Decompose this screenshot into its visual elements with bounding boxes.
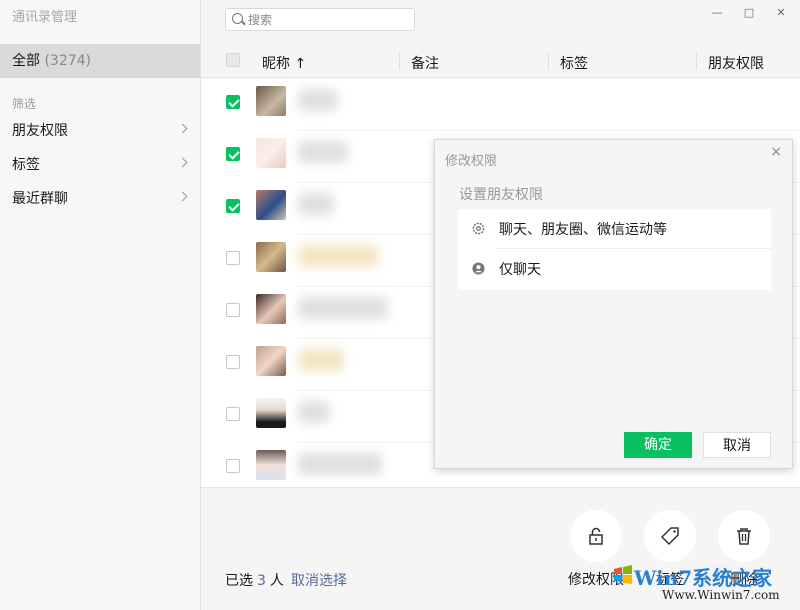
sidebar-item-all[interactable]: 全部 (3274) (0, 44, 200, 78)
avatar (256, 346, 286, 376)
contact-name-blurred (298, 245, 378, 267)
table-row[interactable] (201, 79, 800, 131)
lock-icon (589, 527, 603, 545)
permission-option-all[interactable]: 聊天、朋友圈、微信运动等 (458, 209, 771, 249)
contact-name-blurred (298, 453, 382, 475)
avatar (256, 294, 286, 324)
row-checkbox[interactable] (226, 407, 240, 421)
row-checkbox[interactable] (226, 199, 240, 213)
app-title: 通讯录管理 (12, 10, 78, 25)
option-label: 仅聊天 (499, 262, 541, 278)
search-icon (232, 13, 243, 24)
filter-section-label: 筛选 (12, 97, 37, 111)
selected-prefix: 已选 (225, 573, 253, 589)
sidebar: 通讯录管理 全部 (3274) 筛选 朋友权限 标签 最近群聊 (0, 0, 201, 610)
selected-count: 3 (257, 573, 266, 589)
dialog-subtitle: 设置朋友权限 (459, 187, 543, 203)
row-checkbox[interactable] (226, 251, 240, 265)
permission-options: 聊天、朋友圈、微信运动等 仅聊天 (458, 209, 771, 290)
column-remark[interactable]: 备注 (411, 53, 439, 73)
row-checkbox[interactable] (226, 303, 240, 317)
search-input[interactable] (248, 11, 408, 28)
delete-button[interactable] (718, 510, 770, 562)
maximize-button[interactable]: □ (739, 4, 759, 22)
sidebar-item-label: 朋友权限 (12, 123, 68, 139)
avatar (256, 190, 286, 220)
tag-button[interactable] (644, 510, 696, 562)
table-header: 昵称 ↑ 备注 标签 朋友权限 (201, 44, 800, 78)
column-divider (696, 52, 697, 70)
chevron-right-icon (177, 123, 188, 134)
chevron-right-icon (177, 157, 188, 168)
sidebar-item-friend-permission[interactable]: 朋友权限 (0, 114, 200, 148)
sidebar-item-label: 标签 (12, 157, 40, 173)
minimize-button[interactable]: — (707, 4, 727, 22)
edit-permission-dialog: 修改权限 × 设置朋友权限 聊天、朋友圈、微信运动等 仅聊天 确定 取消 (434, 139, 793, 469)
close-icon[interactable]: × (770, 144, 782, 160)
avatar (256, 450, 286, 480)
contact-name-blurred (298, 193, 334, 215)
confirm-button[interactable]: 确定 (624, 432, 692, 458)
row-checkbox[interactable] (226, 459, 240, 473)
watermark-brand: Win7系统之家 (634, 566, 773, 590)
column-tags[interactable]: 标签 (560, 53, 588, 73)
sidebar-item-label: 全部 (12, 53, 40, 69)
search-box[interactable] (225, 8, 415, 31)
row-checkbox[interactable] (226, 95, 240, 109)
close-window-button[interactable]: ✕ (771, 4, 791, 22)
trash-icon (737, 528, 751, 545)
column-nickname[interactable]: 昵称 ↑ (262, 53, 306, 73)
selected-count-text: 已选 3 人 (225, 570, 284, 590)
dialog-title: 修改权限 (445, 154, 498, 169)
contact-name-blurred (298, 89, 338, 111)
avatar (256, 138, 286, 168)
avatar (256, 242, 286, 272)
sidebar-item-tags[interactable]: 标签 (0, 148, 200, 182)
selected-suffix: 人 (269, 573, 284, 589)
moments-icon (472, 222, 485, 235)
permission-option-chat-only[interactable]: 仅聊天 (458, 249, 771, 289)
sidebar-item-label: 最近群聊 (12, 191, 68, 207)
select-all-checkbox[interactable] (226, 53, 240, 67)
chevron-right-icon (177, 191, 188, 202)
contact-name-blurred (298, 349, 344, 371)
column-friend-permission[interactable]: 朋友权限 (708, 53, 764, 73)
column-divider (548, 52, 549, 70)
contact-name-blurred (298, 141, 348, 163)
watermark: Win7系统之家 Www.Winwin7.com (610, 560, 800, 610)
row-checkbox[interactable] (226, 355, 240, 369)
avatar (256, 86, 286, 116)
contact-name-blurred (298, 401, 330, 423)
avatar (256, 398, 286, 428)
option-label: 聊天、朋友圈、微信运动等 (499, 222, 667, 238)
edit-permission-button[interactable] (570, 510, 622, 562)
windows-logo-icon (614, 565, 632, 584)
row-checkbox[interactable] (226, 147, 240, 161)
contact-name-blurred (298, 297, 388, 319)
chat-only-icon (472, 262, 485, 275)
tag-icon (661, 527, 679, 545)
cancel-selection-link[interactable]: 取消选择 (291, 570, 347, 590)
column-divider (399, 52, 400, 70)
sidebar-item-recent-groups[interactable]: 最近群聊 (0, 182, 200, 216)
watermark-url: Www.Winwin7.com (662, 588, 780, 602)
cancel-button[interactable]: 取消 (703, 432, 771, 458)
contact-count: (3274) (44, 53, 92, 69)
